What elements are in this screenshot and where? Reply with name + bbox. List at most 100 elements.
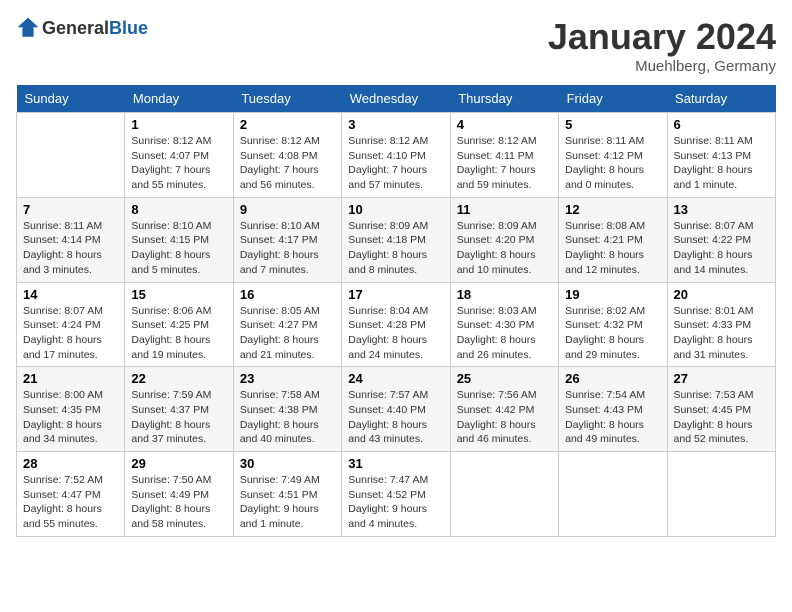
calendar-table: SundayMondayTuesdayWednesdayThursdayFrid… <box>16 85 776 537</box>
day-number: 26 <box>565 371 660 386</box>
calendar-cell: 5 Sunrise: 8:11 AM Sunset: 4:12 PM Daylig… <box>559 113 667 198</box>
day-number: 22 <box>131 371 226 386</box>
calendar-cell: 7Sunrise: 8:11 AM Sunset: 4:14 PM Daylig… <box>17 197 125 282</box>
header-monday: Monday <box>125 85 233 113</box>
calendar-cell: 28Sunrise: 7:52 AM Sunset: 4:47 PM Dayli… <box>17 452 125 537</box>
location: Muehlberg, Germany <box>548 58 776 75</box>
day-number: 6 <box>674 117 769 132</box>
cell-info: Sunrise: 8:09 AM Sunset: 4:18 PM Dayligh… <box>348 219 443 278</box>
cell-info: Sunrise: 8:02 AM Sunset: 4:32 PM Dayligh… <box>565 304 660 363</box>
day-number: 18 <box>457 287 552 302</box>
calendar-cell: 24 Sunrise: 7:57 AM Sunset: 4:40 PM Dayli… <box>342 367 450 452</box>
day-number: 24 <box>348 371 443 386</box>
page-header: GeneralBlue January 2024 Muehlberg, Germ… <box>16 16 776 75</box>
calendar-week-row: 1 Sunrise: 8:12 AM Sunset: 4:07 PM Daylig… <box>17 113 776 198</box>
calendar-cell: 6 Sunrise: 8:11 AM Sunset: 4:13 PM Daylig… <box>667 113 775 198</box>
logo-text: GeneralBlue <box>42 18 148 39</box>
day-number: 17 <box>348 287 443 302</box>
cell-info: Sunrise: 8:06 AM Sunset: 4:25 PM Dayligh… <box>131 304 226 363</box>
cell-info: Sunrise: 7:58 AM Sunset: 4:38 PM Dayligh… <box>240 388 335 447</box>
cell-info: Sunrise: 8:11 AM Sunset: 4:13 PM Dayligh… <box>674 134 769 193</box>
day-number: 9 <box>240 202 335 217</box>
calendar-cell <box>559 452 667 537</box>
day-number: 27 <box>674 371 769 386</box>
day-number: 14 <box>23 287 118 302</box>
day-number: 4 <box>457 117 552 132</box>
cell-info: Sunrise: 7:53 AM Sunset: 4:45 PM Dayligh… <box>674 388 769 447</box>
calendar-week-row: 7Sunrise: 8:11 AM Sunset: 4:14 PM Daylig… <box>17 197 776 282</box>
calendar-cell <box>450 452 558 537</box>
header-saturday: Saturday <box>667 85 775 113</box>
calendar-cell: 3Sunrise: 8:12 AM Sunset: 4:10 PM Daylig… <box>342 113 450 198</box>
cell-info: Sunrise: 7:50 AM Sunset: 4:49 PM Dayligh… <box>131 473 226 532</box>
day-number: 31 <box>348 456 443 471</box>
calendar-cell: 16 Sunrise: 8:05 AM Sunset: 4:27 PM Dayli… <box>233 282 341 367</box>
calendar-cell: 12 Sunrise: 8:08 AM Sunset: 4:21 PM Dayli… <box>559 197 667 282</box>
calendar-cell: 4 Sunrise: 8:12 AM Sunset: 4:11 PM Daylig… <box>450 113 558 198</box>
cell-info: Sunrise: 8:07 AM Sunset: 4:24 PM Dayligh… <box>23 304 118 363</box>
day-number: 11 <box>457 202 552 217</box>
calendar-cell: 29 Sunrise: 7:50 AM Sunset: 4:49 PM Dayli… <box>125 452 233 537</box>
logo: GeneralBlue <box>16 16 148 40</box>
calendar-cell: 15 Sunrise: 8:06 AM Sunset: 4:25 PM Dayli… <box>125 282 233 367</box>
day-number: 12 <box>565 202 660 217</box>
cell-info: Sunrise: 8:05 AM Sunset: 4:27 PM Dayligh… <box>240 304 335 363</box>
day-number: 16 <box>240 287 335 302</box>
cell-info: Sunrise: 8:12 AM Sunset: 4:11 PM Dayligh… <box>457 134 552 193</box>
day-number: 1 <box>131 117 226 132</box>
cell-info: Sunrise: 7:56 AM Sunset: 4:42 PM Dayligh… <box>457 388 552 447</box>
cell-info: Sunrise: 8:07 AM Sunset: 4:22 PM Dayligh… <box>674 219 769 278</box>
cell-info: Sunrise: 8:12 AM Sunset: 4:10 PM Dayligh… <box>348 134 443 193</box>
month-title: January 2024 <box>548 16 776 58</box>
day-number: 20 <box>674 287 769 302</box>
day-number: 13 <box>674 202 769 217</box>
logo-general: General <box>42 18 109 38</box>
calendar-cell: 30 Sunrise: 7:49 AM Sunset: 4:51 PM Dayli… <box>233 452 341 537</box>
day-number: 29 <box>131 456 226 471</box>
calendar-cell: 31Sunrise: 7:47 AM Sunset: 4:52 PM Dayli… <box>342 452 450 537</box>
cell-info: Sunrise: 7:57 AM Sunset: 4:40 PM Dayligh… <box>348 388 443 447</box>
calendar-cell: 23 Sunrise: 7:58 AM Sunset: 4:38 PM Dayli… <box>233 367 341 452</box>
calendar-cell: 17 Sunrise: 8:04 AM Sunset: 4:28 PM Dayli… <box>342 282 450 367</box>
header-friday: Friday <box>559 85 667 113</box>
cell-info: Sunrise: 8:12 AM Sunset: 4:07 PM Dayligh… <box>131 134 226 193</box>
cell-info: Sunrise: 8:10 AM Sunset: 4:15 PM Dayligh… <box>131 219 226 278</box>
cell-info: Sunrise: 8:10 AM Sunset: 4:17 PM Dayligh… <box>240 219 335 278</box>
header-wednesday: Wednesday <box>342 85 450 113</box>
cell-info: Sunrise: 8:03 AM Sunset: 4:30 PM Dayligh… <box>457 304 552 363</box>
header-thursday: Thursday <box>450 85 558 113</box>
day-number: 5 <box>565 117 660 132</box>
day-number: 7 <box>23 202 118 217</box>
title-block: January 2024 Muehlberg, Germany <box>548 16 776 75</box>
logo-icon <box>16 16 40 40</box>
calendar-cell: 19 Sunrise: 8:02 AM Sunset: 4:32 PM Dayli… <box>559 282 667 367</box>
calendar-cell: 25 Sunrise: 7:56 AM Sunset: 4:42 PM Dayli… <box>450 367 558 452</box>
cell-info: Sunrise: 8:08 AM Sunset: 4:21 PM Dayligh… <box>565 219 660 278</box>
calendar-header-row: SundayMondayTuesdayWednesdayThursdayFrid… <box>17 85 776 113</box>
calendar-cell: 9 Sunrise: 8:10 AM Sunset: 4:17 PM Daylig… <box>233 197 341 282</box>
day-number: 8 <box>131 202 226 217</box>
cell-info: Sunrise: 8:11 AM Sunset: 4:12 PM Dayligh… <box>565 134 660 193</box>
calendar-cell: 1 Sunrise: 8:12 AM Sunset: 4:07 PM Daylig… <box>125 113 233 198</box>
day-number: 15 <box>131 287 226 302</box>
calendar-cell <box>667 452 775 537</box>
day-number: 30 <box>240 456 335 471</box>
calendar-cell: 2Sunrise: 8:12 AM Sunset: 4:08 PM Daylig… <box>233 113 341 198</box>
day-number: 25 <box>457 371 552 386</box>
cell-info: Sunrise: 8:09 AM Sunset: 4:20 PM Dayligh… <box>457 219 552 278</box>
day-number: 2 <box>240 117 335 132</box>
calendar-cell: 10 Sunrise: 8:09 AM Sunset: 4:18 PM Dayli… <box>342 197 450 282</box>
calendar-week-row: 28Sunrise: 7:52 AM Sunset: 4:47 PM Dayli… <box>17 452 776 537</box>
day-number: 23 <box>240 371 335 386</box>
header-sunday: Sunday <box>17 85 125 113</box>
cell-info: Sunrise: 8:04 AM Sunset: 4:28 PM Dayligh… <box>348 304 443 363</box>
cell-info: Sunrise: 8:01 AM Sunset: 4:33 PM Dayligh… <box>674 304 769 363</box>
calendar-cell: 11 Sunrise: 8:09 AM Sunset: 4:20 PM Dayli… <box>450 197 558 282</box>
calendar-cell: 18 Sunrise: 8:03 AM Sunset: 4:30 PM Dayli… <box>450 282 558 367</box>
day-number: 19 <box>565 287 660 302</box>
day-number: 10 <box>348 202 443 217</box>
calendar-cell: 8 Sunrise: 8:10 AM Sunset: 4:15 PM Daylig… <box>125 197 233 282</box>
day-number: 21 <box>23 371 118 386</box>
cell-info: Sunrise: 7:49 AM Sunset: 4:51 PM Dayligh… <box>240 473 335 532</box>
cell-info: Sunrise: 8:00 AM Sunset: 4:35 PM Dayligh… <box>23 388 118 447</box>
